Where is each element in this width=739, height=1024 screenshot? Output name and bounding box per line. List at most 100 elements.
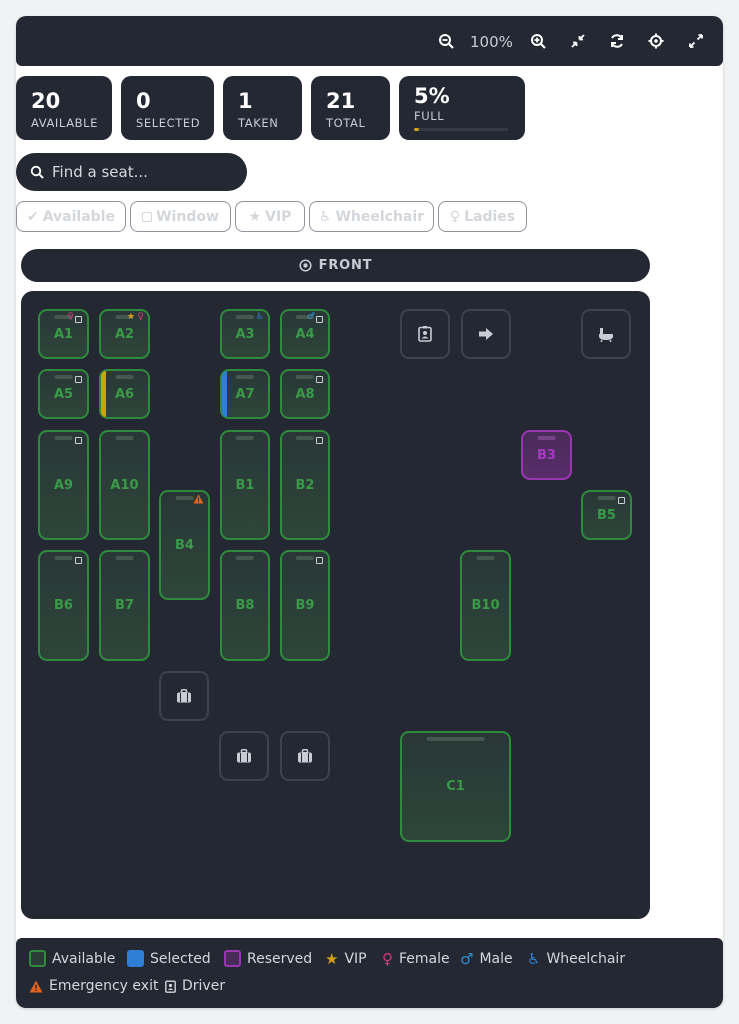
seat-b2[interactable]: B2: [280, 430, 330, 540]
filter-ladies[interactable]: ♀ Ladies: [438, 201, 527, 232]
legend-driver: Driver: [165, 978, 225, 994]
stat-available: 20 AVAILABLE: [16, 76, 112, 140]
legend-label: Male: [479, 951, 513, 967]
seat-label: B1: [235, 477, 255, 493]
seat-b4[interactable]: B4: [159, 490, 210, 600]
seat-search: [16, 153, 247, 191]
seat-a8[interactable]: A8: [280, 369, 330, 419]
seat-b7[interactable]: B7: [99, 550, 150, 661]
window-icon: [75, 316, 82, 323]
legend-vip: ★ VIP: [325, 950, 367, 968]
filter-window[interactable]: Window: [130, 201, 231, 232]
driver-icon: [400, 309, 450, 359]
headrest: [54, 436, 73, 440]
stat-total: 21 TOTAL: [311, 76, 390, 140]
full-progress-fill: [414, 128, 419, 131]
stat-taken: 1 TAKEN: [223, 76, 302, 140]
refresh-icon[interactable]: [605, 29, 629, 53]
seat-c1[interactable]: C1: [400, 731, 511, 842]
seat-a7[interactable]: A7: [220, 369, 270, 419]
seat-a6[interactable]: A6: [99, 369, 150, 419]
legend-label: VIP: [344, 951, 367, 967]
target-icon: [299, 259, 312, 272]
seat-b8[interactable]: B8: [220, 550, 270, 661]
window-icon: [75, 557, 82, 564]
seat-b1[interactable]: B1: [220, 430, 270, 540]
seat-a1[interactable]: ♀ A1: [38, 309, 89, 359]
legend-label: Wheelchair: [546, 951, 626, 967]
filter-label: Ladies: [464, 208, 516, 225]
stat-label: SELECTED: [136, 116, 201, 130]
emergency-exit-icon: [29, 980, 43, 992]
legend-emergency: Emergency exit: [29, 978, 158, 994]
filter-vip[interactable]: ★ VIP: [235, 201, 305, 232]
seat-a9[interactable]: A9: [38, 430, 89, 540]
legend-wheelchair: ♿ Wheelchair: [527, 950, 625, 968]
wheelchair-icon: ♿: [527, 950, 541, 968]
seat-a10[interactable]: A10: [99, 430, 150, 540]
fullscreen-icon[interactable]: [684, 29, 708, 53]
stat-value: 0: [136, 89, 151, 113]
headrest: [295, 556, 315, 560]
luggage-icon: [159, 671, 209, 721]
headrest: [235, 436, 255, 440]
seat-label: A1: [53, 326, 74, 342]
vip-star-icon: ★: [126, 312, 135, 322]
exit-door-icon: [461, 309, 511, 359]
filter-wheelchair[interactable]: ♿ Wheelchair: [309, 201, 434, 232]
seat-label: A2: [114, 326, 135, 342]
filter-label: Available: [42, 208, 115, 225]
zoom-level: 100%: [470, 33, 513, 51]
seat-label: B3: [537, 447, 556, 463]
female-icon: ♀: [67, 312, 74, 322]
headrest: [54, 375, 73, 379]
seat-b3[interactable]: B3: [521, 430, 572, 480]
headrest: [115, 436, 134, 440]
seat-b5[interactable]: B5: [581, 490, 632, 540]
star-icon: ★: [325, 950, 339, 968]
zoom-in-icon[interactable]: [526, 29, 550, 53]
seat-b10[interactable]: B10: [460, 550, 511, 661]
stat-value: 21: [326, 89, 356, 113]
window-icon: [75, 437, 82, 444]
settings-icon[interactable]: [644, 29, 668, 53]
collapse-icon[interactable]: [566, 29, 590, 53]
stat-full: 5% FULL: [399, 76, 525, 140]
seat-a3[interactable]: ♿ A3: [220, 309, 270, 359]
seat-b6[interactable]: B6: [38, 550, 89, 661]
seat-a2[interactable]: ★ ♀ A2: [99, 309, 150, 359]
headrest: [597, 496, 616, 500]
seat-label: B9: [295, 598, 315, 613]
legend-label: Female: [399, 951, 450, 967]
headrest: [426, 737, 485, 741]
search-input[interactable]: [52, 163, 232, 181]
seat-label: A9: [53, 477, 74, 493]
available-swatch: [29, 950, 46, 967]
zoom-out-icon[interactable]: [434, 29, 458, 53]
seat-label: A6: [114, 386, 135, 402]
stat-selected: 0 SELECTED: [121, 76, 214, 140]
accessible-marker: [222, 371, 227, 417]
filter-available[interactable]: ✔ Available: [16, 201, 126, 232]
legend-label: Emergency exit: [49, 978, 159, 994]
male-icon: ♂: [306, 312, 315, 322]
star-icon: ★: [248, 208, 262, 225]
stat-value: 20: [31, 89, 61, 113]
vip-marker: [101, 371, 106, 417]
headrest: [115, 375, 134, 379]
headrest: [295, 436, 315, 440]
seat-b9[interactable]: B9: [280, 550, 330, 661]
stat-label: FULL: [414, 109, 445, 123]
seat-a5[interactable]: A5: [38, 369, 89, 419]
window-icon: [316, 376, 323, 383]
selected-swatch: [127, 950, 144, 967]
luggage-icon: [219, 731, 269, 781]
legend-label: Driver: [182, 978, 226, 994]
stat-value: 5%: [414, 84, 450, 108]
toilet-icon: [581, 309, 631, 359]
driver-icon: [165, 980, 176, 993]
seat-a4[interactable]: ♂ A4: [280, 309, 330, 359]
legend-label: Selected: [150, 950, 211, 967]
seat-label: B5: [597, 507, 616, 523]
female-icon: ♀: [137, 312, 144, 322]
